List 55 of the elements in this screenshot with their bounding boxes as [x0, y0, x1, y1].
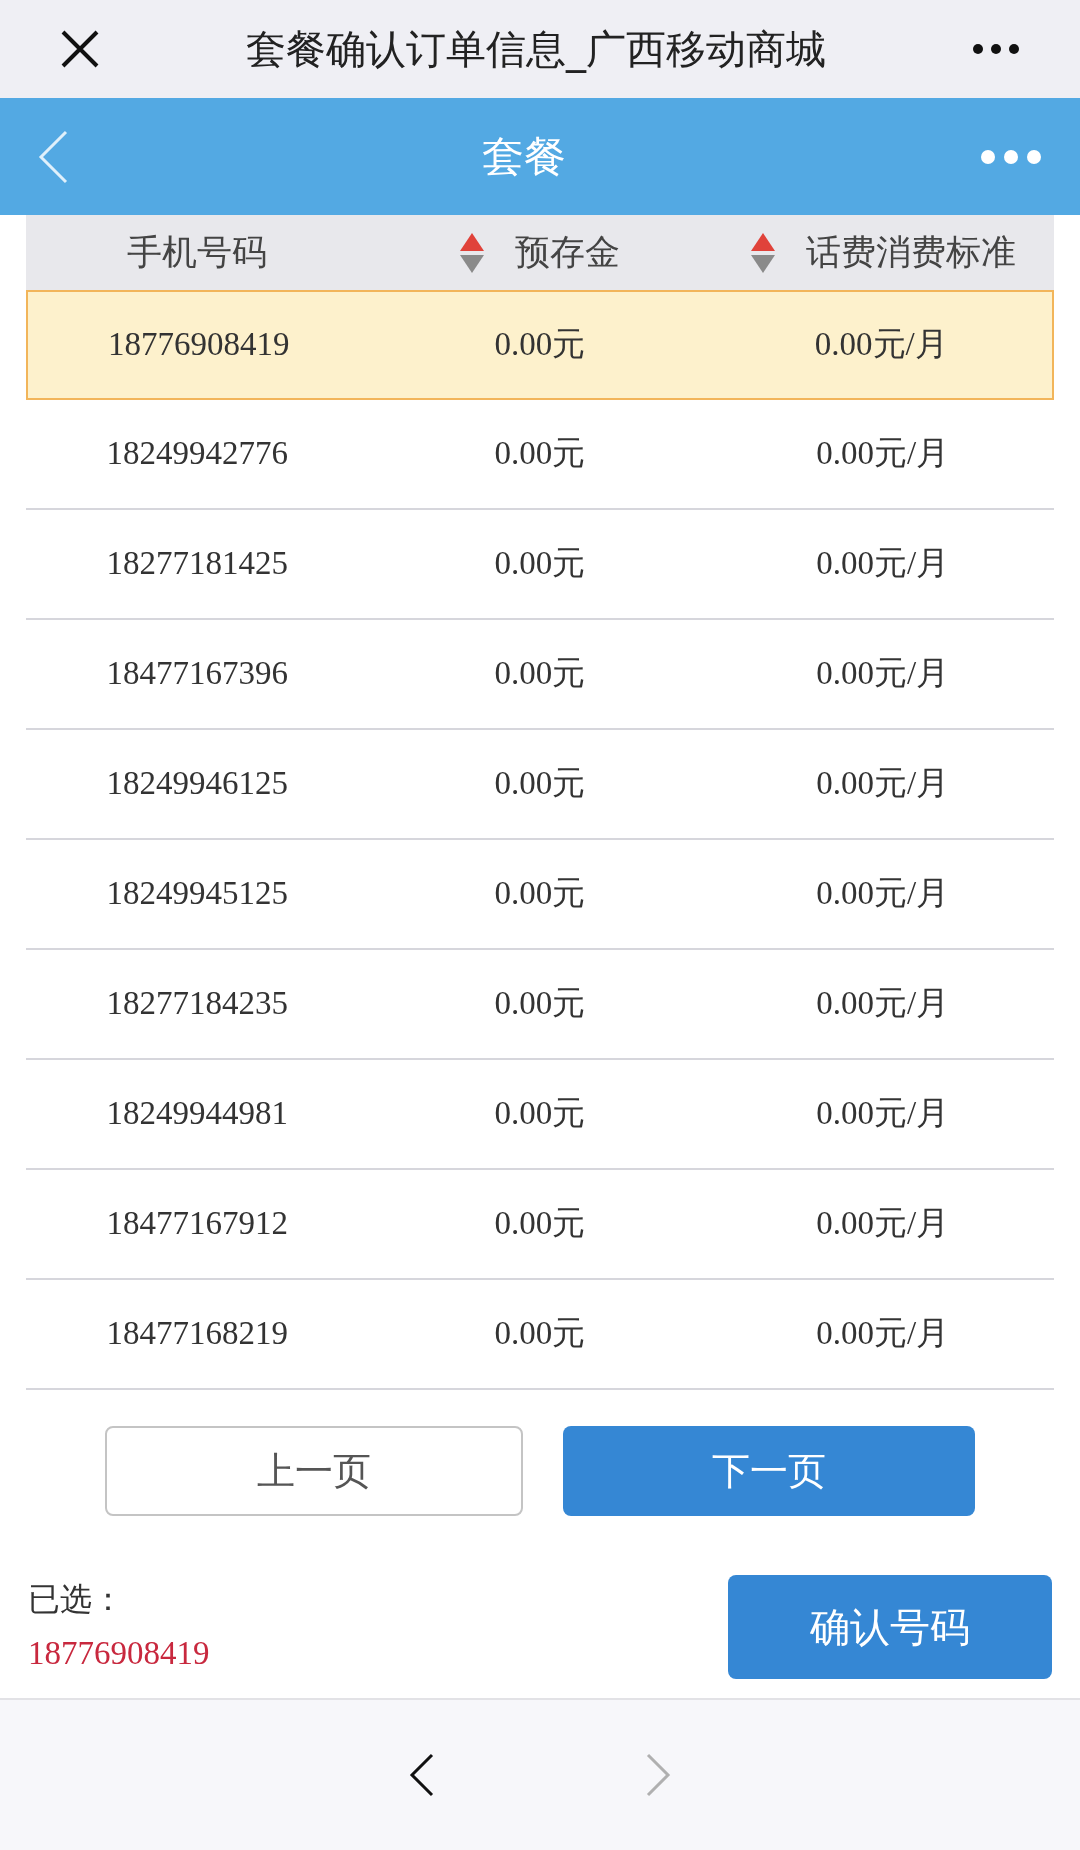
table-cell-text: 18277181425: [106, 544, 289, 584]
table-cell-text: 18249945125: [106, 874, 289, 914]
page-title: 套餐确认订单信息_广西移动商城: [245, 25, 827, 75]
column-header[interactable]: 预存金: [515, 226, 621, 279]
table-cell-text: 0.00元/月: [816, 544, 950, 584]
column-header[interactable]: 话费消费标准: [805, 226, 1016, 279]
table-cell-text: 0.00元/月: [814, 325, 948, 365]
table-cell-text: 18277184235: [106, 984, 289, 1024]
table-cell-text: 18249942776: [106, 434, 289, 474]
table-row[interactable]: 18477167912 0.00元 0.00元/月: [26, 1170, 1054, 1280]
sort-icon[interactable]: [459, 231, 486, 274]
table-row[interactable]: 18277181425 0.00元 0.00元/月: [26, 510, 1054, 620]
table-cell-text: 0.00元: [494, 874, 586, 914]
table-cell-text: 18249946125: [106, 764, 289, 804]
table-cell-text: 0.00元/月: [816, 764, 950, 804]
table-row[interactable]: 18477168219 0.00元 0.00元/月: [26, 1280, 1054, 1390]
table-cell-text: 0.00元/月: [816, 1314, 950, 1354]
table-cell-text: 0.00元/月: [816, 654, 950, 694]
close-icon[interactable]: [60, 29, 100, 69]
table-cell-text: 0.00元: [494, 1314, 586, 1354]
table-row[interactable]: 18277184235 0.00元 0.00元/月: [26, 950, 1054, 1060]
table-cell-text: 18477168219: [106, 1314, 289, 1354]
table-row[interactable]: 18477167396 0.00元 0.00元/月: [26, 620, 1054, 730]
table-cell-text: 0.00元: [494, 764, 586, 804]
previous-page-button[interactable]: 上一页: [105, 1426, 523, 1516]
table-row[interactable]: 18249942776 0.00元 0.00元/月: [26, 400, 1054, 510]
table-cell-text: 0.00元/月: [816, 434, 950, 474]
selected-number: 18776908419: [28, 1634, 210, 1674]
table-cell-text: 0.00元/月: [816, 1094, 950, 1134]
column-header[interactable]: 手机号码: [127, 226, 268, 279]
more-icon[interactable]: [972, 43, 1020, 55]
table-cell-text: 0.00元: [494, 1094, 586, 1134]
table-cell-text: 0.00元: [494, 984, 586, 1024]
table-cell-text: 0.00元/月: [816, 874, 950, 914]
back-icon[interactable]: [409, 1753, 435, 1797]
table-cell-text: 0.00元: [494, 325, 586, 365]
table-cell-text: 18249944981: [106, 1094, 289, 1134]
table-row[interactable]: 18249945125 0.00元 0.00元/月: [26, 840, 1054, 950]
table-cell-text: 0.00元/月: [816, 984, 950, 1024]
table-cell-text: 0.00元: [494, 434, 586, 474]
table-row[interactable]: 18776908419 0.00元 0.00元/月: [26, 290, 1054, 400]
next-page-button[interactable]: 下一页: [563, 1426, 975, 1516]
sort-icon[interactable]: [749, 231, 776, 274]
table-cell-text: 18477167912: [106, 1204, 289, 1244]
table-row[interactable]: 18249946125 0.00元 0.00元/月: [26, 730, 1054, 840]
table-cell-text: 0.00元/月: [816, 1204, 950, 1244]
table-cell-text: 0.00元: [494, 654, 586, 694]
confirm-button[interactable]: 确认号码: [728, 1575, 1052, 1679]
table-cell-text: 18776908419: [107, 325, 290, 365]
table-cell-text: 0.00元: [494, 1204, 586, 1244]
table-row[interactable]: 18249944981 0.00元 0.00元/月: [26, 1060, 1054, 1170]
table-cell-text: 0.00元: [494, 544, 586, 584]
app-title: 套餐: [481, 131, 567, 183]
table-cell-text: 18477167396: [106, 654, 289, 694]
selected-label: 已选：: [28, 1579, 125, 1621]
